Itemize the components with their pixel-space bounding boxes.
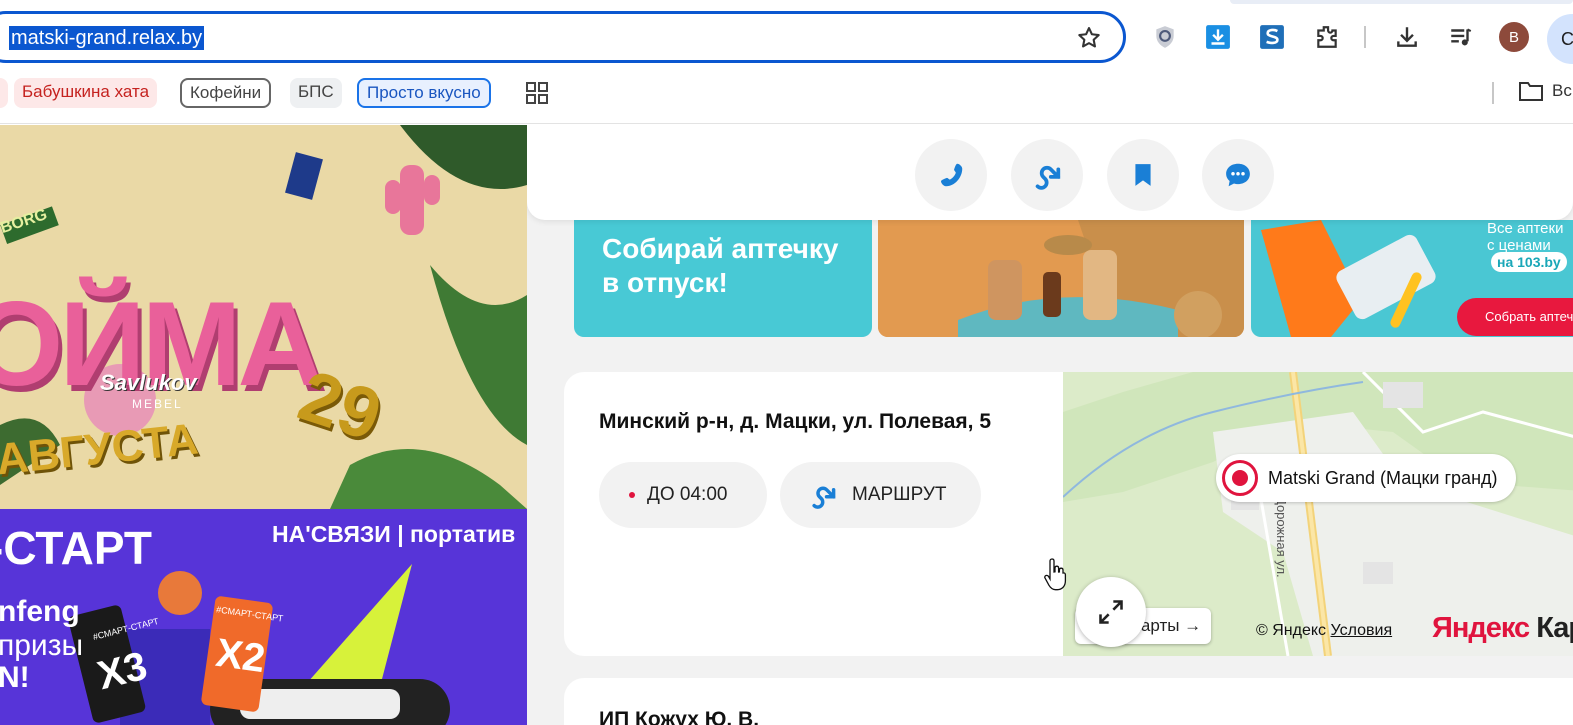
yandex-maps-logo: Яндекс Кар: [1432, 612, 1573, 644]
pharmacy-ad-headline: Собирай аптечку в отпуск!: [602, 233, 839, 298]
pharmacy-ad-photo: [878, 220, 1244, 337]
next-listing-card[interactable]: ИП Кожух Ю. В.: [564, 678, 1573, 725]
map-terms-link[interactable]: Условия: [1331, 622, 1393, 639]
s-extension-icon[interactable]: [1257, 22, 1287, 52]
map-copyright: © Яндекс Условия: [1256, 622, 1393, 639]
place-address: Минский р-н, д. Мацки, ул. Полевая, 5: [599, 410, 991, 433]
map-pin-label: Matski Grand (Мацки гранд): [1268, 467, 1498, 488]
url-text[interactable]: matski-grand.relax.by: [9, 26, 205, 50]
route-icon: [812, 486, 836, 509]
map-pin-icon: [1222, 460, 1258, 496]
opening-hours-text: ДО 04:00: [647, 484, 728, 505]
bookmark-prosto-vkusno[interactable]: Просто вкусно: [357, 78, 491, 108]
smart-start-line1: nfeng: [0, 595, 80, 628]
smart-start-line2: призы: [0, 629, 84, 662]
pharmacy-ad-side-text: Все аптеки с ценами: [1487, 220, 1564, 254]
yandex-map[interactable]: Дорожная ул. Matski Grand (Мацки гранд) …: [1063, 372, 1573, 656]
pharmacy-ad-cta[interactable]: Собрать аптечку: [1457, 298, 1573, 336]
bookmark-bps[interactable]: БПС: [290, 78, 342, 108]
save-button[interactable]: [1107, 139, 1179, 211]
map-expand-button[interactable]: [1076, 577, 1146, 647]
bookmark-babushkina-hata[interactable]: Бабушкина хата: [14, 78, 158, 108]
download-extension-icon[interactable]: [1203, 22, 1233, 52]
festival-sponsor-sub: MEBEL: [132, 397, 183, 411]
opening-hours-badge[interactable]: ДО 04:00: [599, 462, 767, 528]
pharmacy-ad-side: Все аптеки с ценами на 103.by Собрать ап…: [1251, 220, 1573, 337]
smart-start-line3: N!: [0, 661, 30, 694]
chat-icon: [1226, 163, 1250, 187]
bookmark-icon: [1135, 164, 1151, 186]
call-button[interactable]: [915, 139, 987, 211]
puzzle-extensions-icon[interactable]: [1312, 22, 1342, 52]
browser-window: matski-grand.relax.by B C Бабушкина хата…: [0, 0, 1573, 725]
profile-chip[interactable]: C: [1547, 14, 1573, 64]
all-bookmarks-folder[interactable]: Вс: [1518, 80, 1572, 102]
hand-cursor-icon: [1044, 558, 1067, 591]
pharmacy-ad-site-pill: на 103.by: [1491, 252, 1567, 272]
route-icon: [1035, 165, 1061, 190]
ticket-x2: X2: [213, 630, 268, 682]
next-listing-title: ИП Кожух Ю. В.: [599, 708, 760, 725]
chat-button[interactable]: [1202, 139, 1274, 211]
ad-banner-smart-start[interactable]: -СТАРТ НА'СВЯЗИ | портатив nfeng призы N…: [0, 509, 527, 725]
page-content: Собирай аптечку в отпуск! Все аптеки с ц…: [527, 125, 1573, 725]
map-place-marker[interactable]: Matski Grand (Мацки гранд): [1216, 454, 1516, 502]
bookmark-star-icon[interactable]: [1075, 24, 1103, 52]
location-card: Минский р-н, д. Мацки, ул. Полевая, 5 ДО…: [564, 372, 1573, 656]
map-road-label: Дорожная ул.: [1274, 496, 1289, 578]
action-bar: [527, 125, 1573, 220]
festival-sponsor: Savlukov: [100, 370, 197, 395]
bookmarks-divider: [1492, 82, 1494, 104]
browser-toolbar: matski-grand.relax.by B C: [0, 0, 1573, 76]
folder-icon: [1519, 82, 1543, 101]
pharmacy-ad-headline-panel: Собирай аптечку в отпуск!: [574, 220, 872, 337]
ad-banner-festival[interactable]: ОЙМА Savlukov MEBEL 29 АВГУСТА BORG: [0, 125, 527, 509]
route-button[interactable]: [1011, 139, 1083, 211]
smart-start-title: -СТАРТ: [0, 522, 152, 574]
bookmarks-bar: Бабушкина хата Кофейни БПС Просто вкусно…: [0, 76, 1573, 124]
bookmark-kofeyni[interactable]: Кофейни: [180, 78, 272, 108]
apps-grid-icon[interactable]: [525, 81, 549, 105]
tab-strip: [1230, 0, 1573, 4]
phone-icon: [941, 163, 963, 187]
bookmark-partial[interactable]: [0, 78, 8, 108]
open-status-dot: [629, 492, 635, 498]
downloads-icon[interactable]: [1392, 22, 1422, 52]
smart-start-tagline: НА'СВЯЗИ | портатив: [272, 521, 516, 547]
profile-avatar[interactable]: B: [1499, 22, 1529, 52]
folder-label: Вс: [1552, 81, 1572, 100]
pharmacy-ad-banner[interactable]: Собирай аптечку в отпуск! Все аптеки с ц…: [574, 220, 1573, 338]
address-bar[interactable]: matski-grand.relax.by: [0, 11, 1126, 63]
route-pill-button[interactable]: МАРШРУТ: [780, 462, 981, 528]
media-playlist-icon[interactable]: [1446, 22, 1476, 52]
toolbar-divider: [1364, 26, 1366, 48]
expand-icon: [1099, 600, 1123, 624]
route-label: МАРШРУТ: [852, 484, 947, 505]
shield-extension-icon[interactable]: [1150, 22, 1180, 52]
